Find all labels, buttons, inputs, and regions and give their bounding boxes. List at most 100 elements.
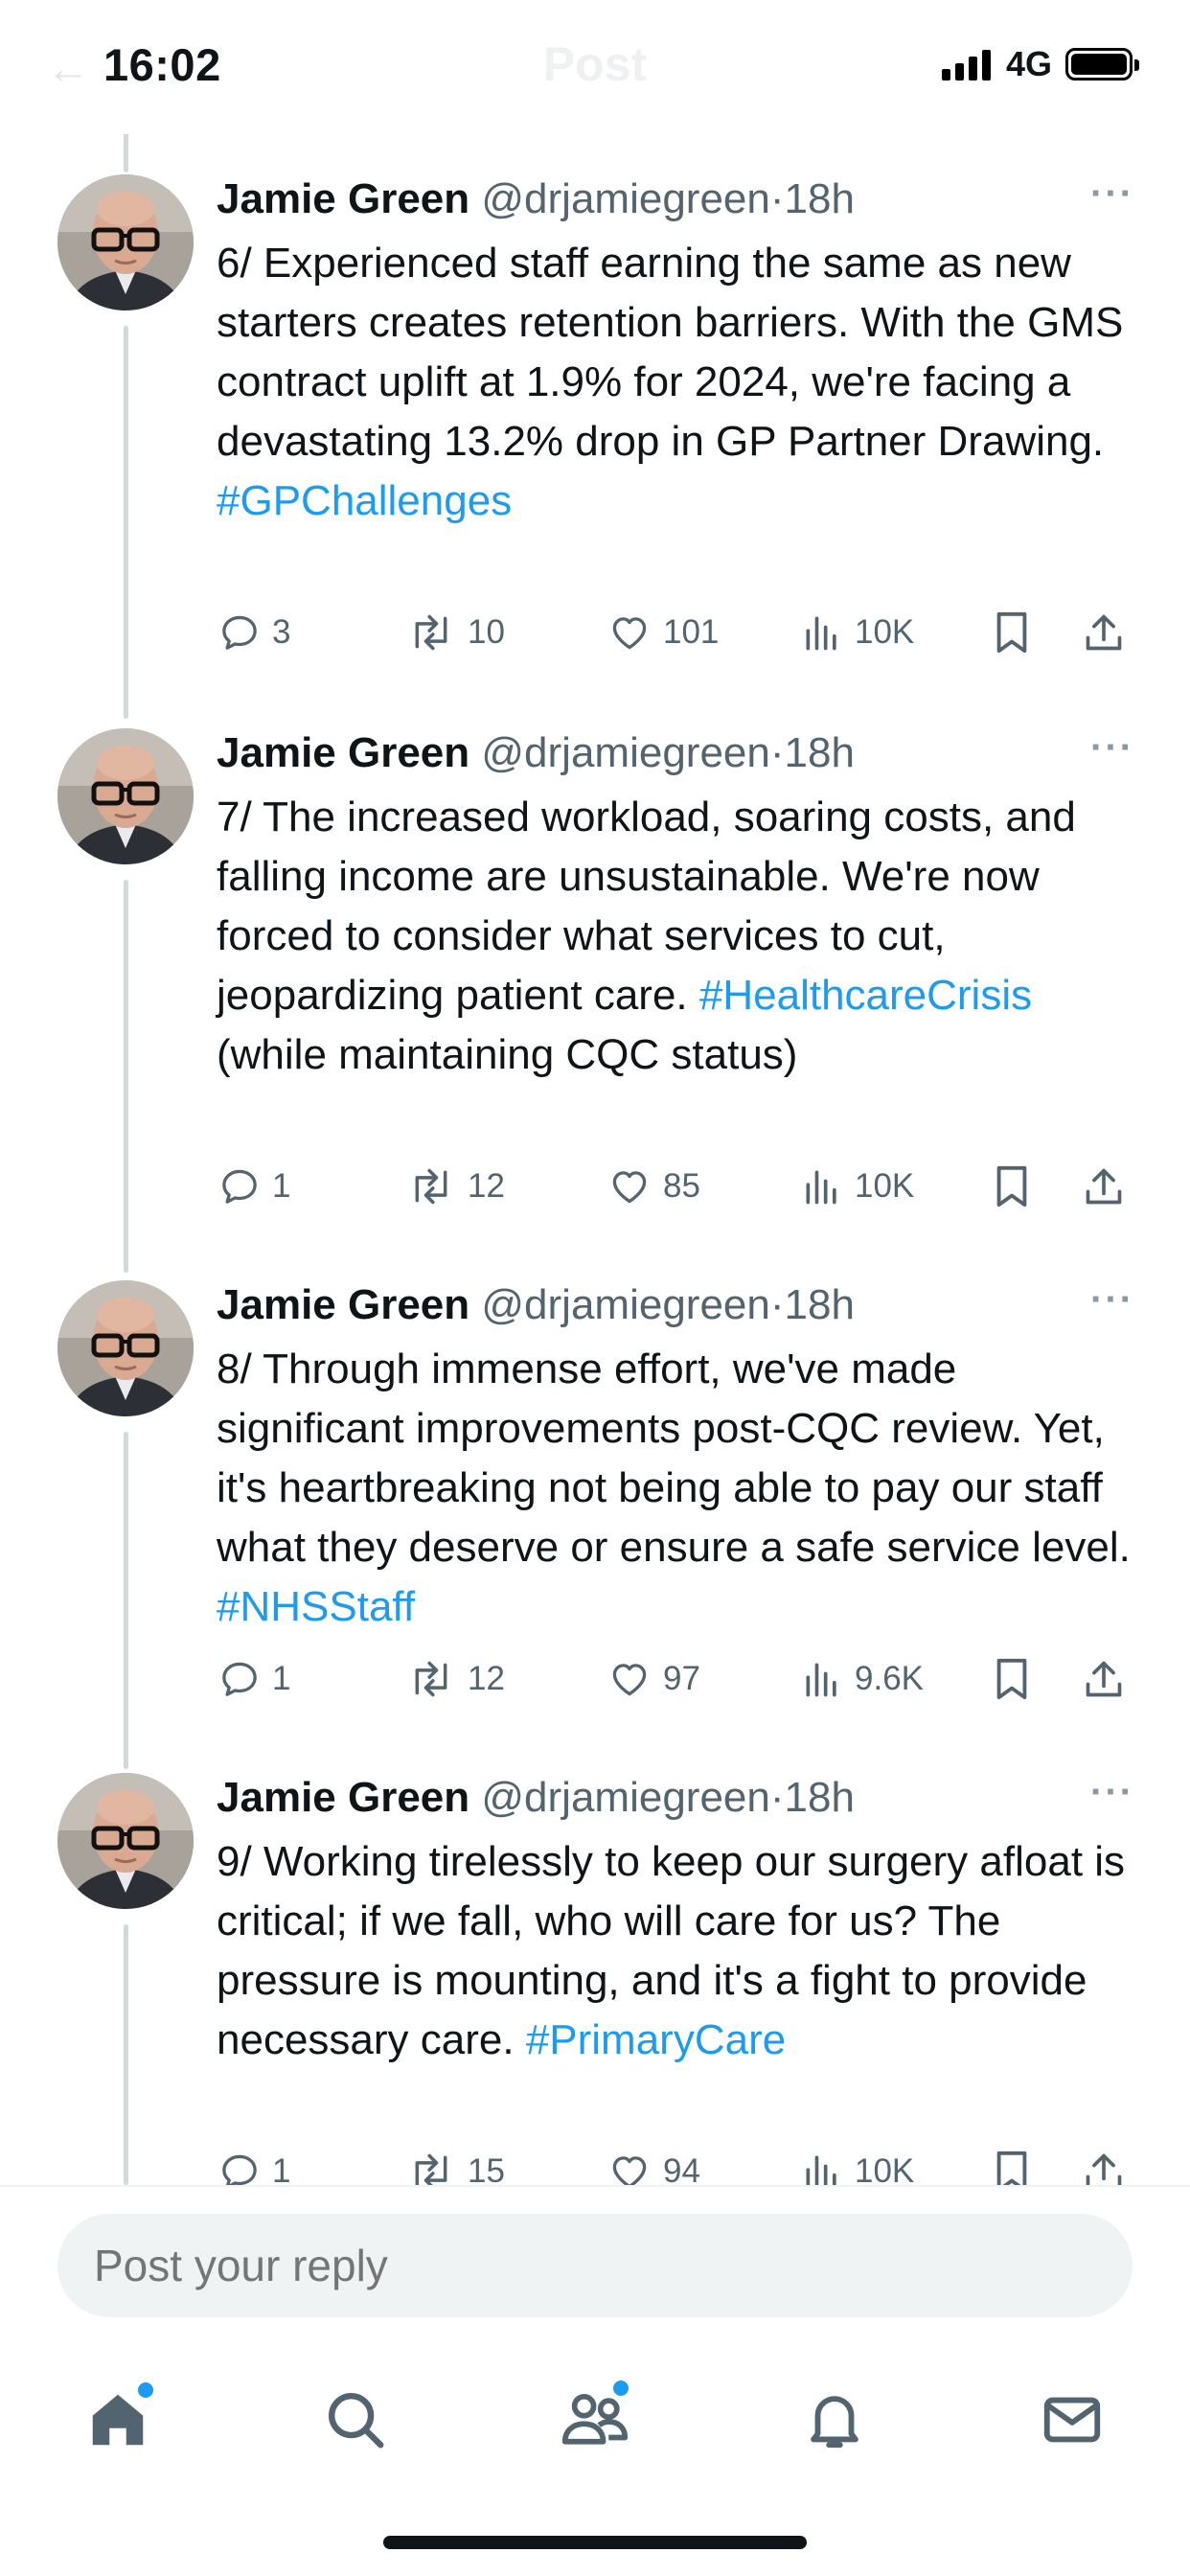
thread-line [124,1432,128,1769]
reply-button[interactable]: 1 [218,1160,290,1213]
avatar[interactable] [57,1280,194,1416]
repost-icon [415,614,447,651]
communities-notification-dot [613,2380,629,2396]
reply-icon [222,1169,257,1204]
author-name[interactable]: Jamie Green [217,1281,469,1328]
tweet-body: 6/ Experienced staff earning the same as… [217,240,1124,465]
timestamp[interactable]: 18h [785,1774,855,1821]
avatar[interactable] [57,1773,194,1909]
bookmark-icon [996,1165,1027,1208]
tweet-body: 8/ Through immense effort, we've made si… [217,1346,1131,1571]
author-name[interactable]: Jamie Green [217,1774,469,1821]
view-count: 10K [855,1167,915,1205]
tweet-text: 9/ Working tirelessly to keep our surger… [217,1832,1136,2070]
tab-communities[interactable] [552,2377,638,2463]
notifications-icon [811,2396,858,2449]
reply-count: 1 [272,1660,291,1697]
meta-separator: · [769,729,785,776]
more-options-icon[interactable]: ··· [1090,1280,1134,1319]
tab-notifications[interactable] [791,2377,878,2463]
thread-line [124,326,128,719]
share-button[interactable] [1083,1652,1125,1706]
tweet-text: 7/ The increased workload, soaring costs… [217,788,1136,1085]
more-options-icon[interactable]: ··· [1090,728,1134,767]
reply-button[interactable]: 1 [218,1652,290,1706]
tweet-actions: 1 12 85 10K [217,1160,1136,1213]
meta-separator: · [769,175,785,222]
thread-line [124,1924,128,2185]
reply-count: 3 [272,613,291,651]
like-count: 85 [663,1167,700,1205]
tab-search[interactable] [312,2377,399,2463]
like-count: 97 [663,1660,700,1697]
repost-icon [415,1168,447,1205]
status-time: 16:02 [103,39,221,90]
hashtag-link[interactable]: #PrimaryCare [526,2016,786,2063]
tweet-actions: 1 12 97 9.6K [217,1652,1136,1706]
repost-button[interactable]: 12 [406,1652,505,1706]
avatar[interactable] [57,174,194,310]
repost-button[interactable]: 12 [406,1160,505,1213]
share-button[interactable] [1083,1160,1125,1213]
author-handle[interactable]: @drjamiegreen [481,1281,769,1328]
share-button[interactable] [1083,606,1125,659]
views-button[interactable]: 10K [801,606,914,659]
views-icon [806,616,836,651]
tab-home[interactable] [75,2377,161,2463]
hashtag-link[interactable]: #HealthcareCrisis [699,972,1032,1019]
heart-icon [612,1664,647,1696]
views-button[interactable]: 9.6K [801,1652,924,1706]
author-handle[interactable]: @drjamiegreen [481,729,769,776]
heart-icon [612,1171,647,1204]
tab-messages[interactable] [1029,2377,1115,2463]
tweet-header: Jamie Green @drjamiegreen·18h [217,174,1136,224]
views-button[interactable]: 10K [801,1160,914,1213]
timestamp[interactable]: 18h [785,729,855,776]
status-bar: ← Post 16:02 4G [0,0,1190,134]
timestamp[interactable]: 18h [785,175,855,222]
like-button[interactable]: 97 [607,1652,700,1706]
more-options-icon[interactable]: ··· [1090,174,1134,213]
hashtag-link[interactable]: #NHSStaff [217,1583,415,1630]
author-name[interactable]: Jamie Green [217,729,469,776]
views-icon [806,1663,836,1697]
share-icon [1086,1168,1122,1205]
like-button[interactable]: 85 [607,1160,700,1213]
reply-input[interactable] [57,2214,1133,2317]
status-indicators: 4G [941,44,1139,84]
reply-button[interactable]: 3 [218,606,290,659]
tweet-body-tail: (while maintaining CQC status) [217,1031,798,1078]
like-count: 101 [663,613,720,651]
hashtag-link[interactable]: #GPChallenges [217,477,512,524]
reply-count: 1 [272,1167,291,1205]
author-handle[interactable]: @drjamiegreen [481,175,769,222]
reply-icon [222,615,257,650]
more-options-icon[interactable]: ··· [1090,1773,1134,1811]
bookmark-icon [996,1658,1027,1700]
messages-icon [1043,2397,1101,2443]
timestamp[interactable]: 18h [785,1281,855,1328]
tweet-header: Jamie Green @drjamiegreen·18h [217,1280,1136,1330]
bookmark-icon [996,611,1027,654]
tab-bar [0,2338,1190,2576]
bookmark-button[interactable] [993,606,1031,659]
author-name[interactable]: Jamie Green [217,175,469,222]
heart-icon [612,617,647,650]
repost-button[interactable]: 10 [406,606,505,659]
view-count: 9.6K [855,1660,924,1697]
tweet-header: Jamie Green @drjamiegreen·18h [217,728,1136,778]
author-handle[interactable]: @drjamiegreen [481,1774,769,1821]
tweet-actions: 3 10 101 10K [217,606,1136,659]
bookmark-button[interactable] [993,1652,1031,1706]
thread-line [124,880,128,1273]
tweet-text: 8/ Through immense effort, we've made si… [217,1340,1136,1637]
avatar[interactable] [57,728,194,864]
repost-count: 12 [468,1167,505,1205]
home-indicator [383,2536,807,2549]
network-label: 4G [1005,44,1052,83]
repost-count: 12 [468,1660,505,1697]
like-button[interactable]: 101 [607,606,719,659]
reply-bar [0,2185,1190,2338]
bookmark-button[interactable] [993,1160,1031,1213]
repost-count: 10 [468,613,505,651]
